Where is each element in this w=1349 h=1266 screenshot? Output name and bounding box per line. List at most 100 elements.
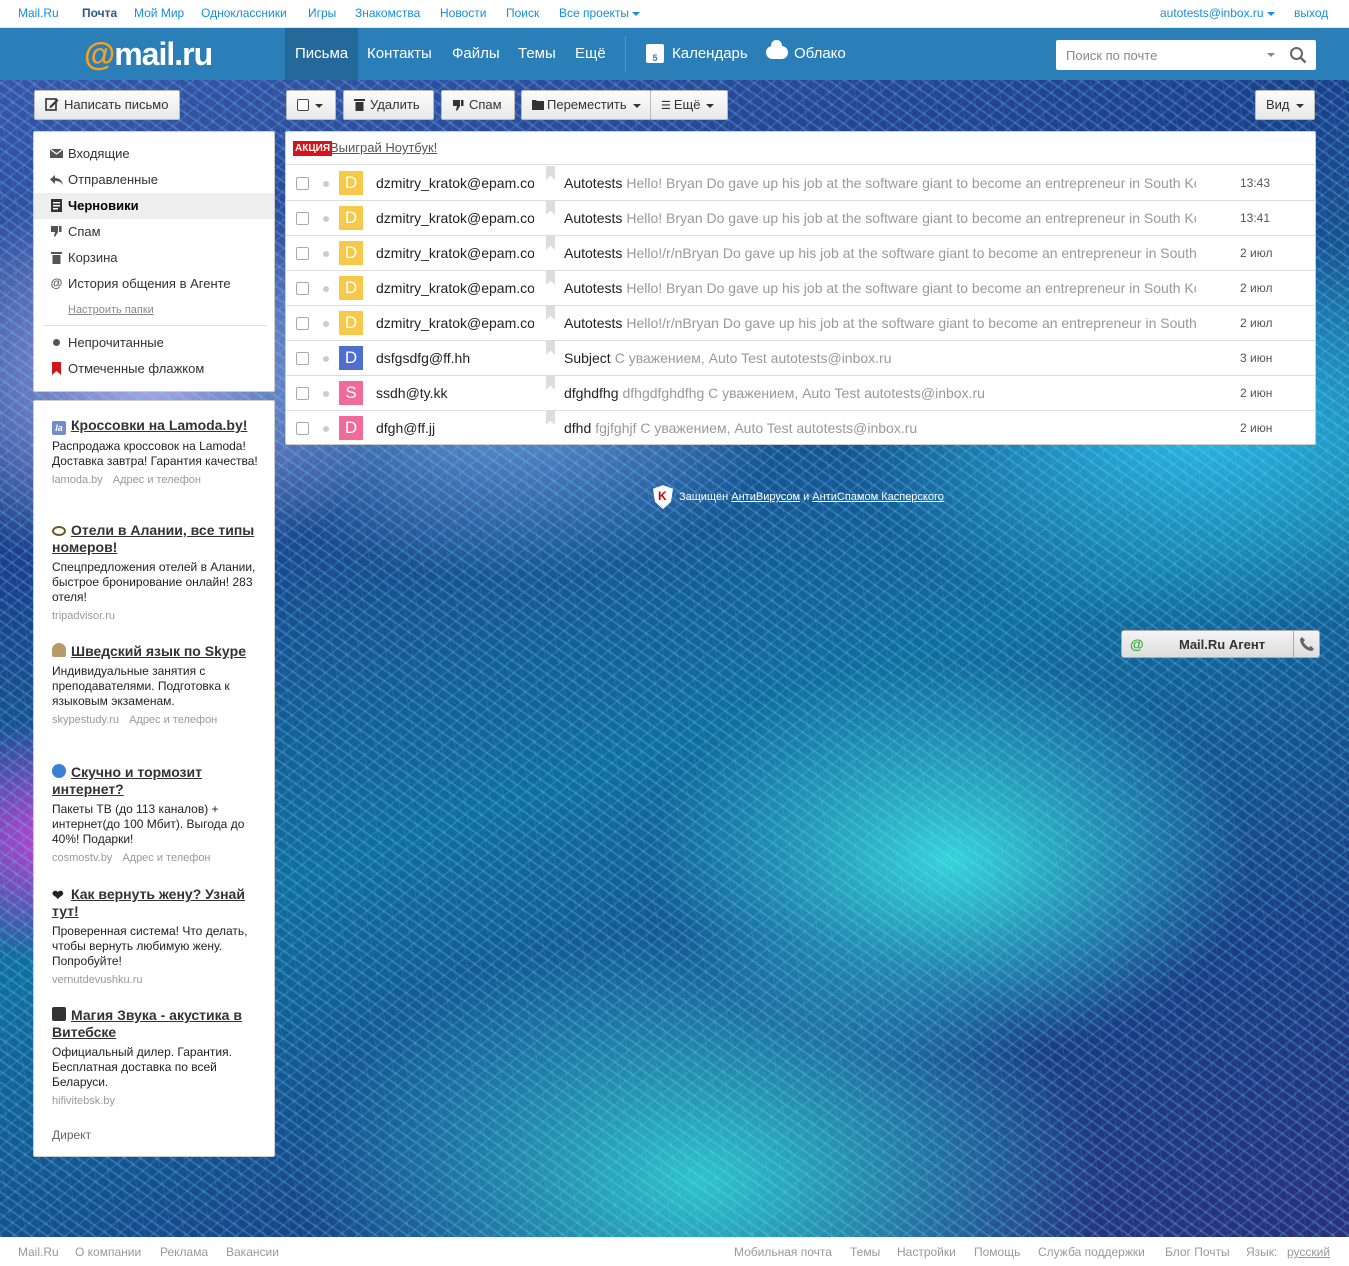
view-button[interactable]: Вид	[1255, 90, 1315, 120]
ad-item[interactable]: Магия Звука - акустика в Витебске Официа…	[52, 1007, 262, 1107]
folder-trash[interactable]: Корзина	[34, 245, 274, 271]
user-menu[interactable]: autotests@inbox.ru	[1160, 6, 1275, 20]
more-button[interactable]: ☰ Ещё	[650, 90, 728, 120]
ad-domain[interactable]: skypestudy.ru	[52, 714, 119, 726]
ad-item[interactable]: Шведский язык по Skype Индивидуальные за…	[52, 643, 262, 726]
flag-icon[interactable]	[546, 341, 555, 355]
ad-title-link[interactable]: Скучно и тормозит интернет?	[52, 764, 262, 798]
footer-link-help[interactable]: Помощь	[974, 1245, 1020, 1259]
portal-link-search[interactable]: Поиск	[506, 6, 539, 20]
folder-sent[interactable]: Отправленные	[34, 167, 274, 193]
flag-icon[interactable]	[546, 411, 555, 425]
flag-icon[interactable]	[546, 376, 555, 390]
folder-inbox[interactable]: Входящие	[34, 141, 274, 167]
footer-link-support[interactable]: Служба поддержки	[1038, 1245, 1145, 1259]
message-checkbox[interactable]	[296, 352, 309, 365]
search-options-caret-icon[interactable]	[1267, 53, 1275, 57]
flag-icon[interactable]	[546, 201, 555, 215]
ad-item[interactable]: la Кроссовки на Lamoda.by! Распродажа кро…	[52, 417, 262, 486]
message-row[interactable]: Ddzmitry_kratok@epam.com Autotests Hello! …	[286, 201, 1315, 236]
spam-button[interactable]: Спам	[441, 90, 515, 120]
ad-item[interactable]: Скучно и тормозит интернет? Пакеты ТВ (д…	[52, 764, 262, 864]
flag-icon[interactable]	[546, 166, 555, 180]
ad-domain[interactable]: cosmostv.by	[52, 852, 112, 864]
read-status-dot-icon[interactable]	[323, 426, 329, 432]
ad-item[interactable]: Отели в Алании, все типы номеров! Спецпр…	[52, 522, 262, 622]
search-icon[interactable]	[1289, 46, 1307, 64]
ad-address-link[interactable]: Адрес и телефон	[122, 852, 210, 864]
read-status-dot-icon[interactable]	[323, 181, 329, 187]
kaspersky-antivirus-link[interactable]: АнтиВирусом	[731, 491, 800, 503]
portal-link-mailru[interactable]: Mail.Ru	[18, 6, 59, 20]
ad-title-link[interactable]: la Кроссовки на Lamoda.by!	[52, 417, 262, 435]
footer-link-blog[interactable]: Блог Почты	[1165, 1245, 1230, 1259]
nav-themes[interactable]: Темы	[508, 28, 566, 80]
setup-folders-link[interactable]: Настроить папки	[68, 304, 154, 316]
message-checkbox[interactable]	[296, 177, 309, 190]
flag-icon[interactable]	[546, 271, 555, 285]
message-checkbox[interactable]	[296, 422, 309, 435]
ad-address-link[interactable]: Адрес и телефон	[129, 714, 217, 726]
ad-title-link[interactable]: Отели в Алании, все типы номеров!	[52, 522, 262, 556]
portal-link-odnoklassniki[interactable]: Одноклассники	[201, 6, 287, 20]
folder-drafts[interactable]: Черновики	[34, 193, 274, 219]
read-status-dot-icon[interactable]	[323, 391, 329, 397]
portal-link-games[interactable]: Игры	[308, 6, 336, 20]
phone-icon[interactable]	[1299, 636, 1315, 652]
read-status-dot-icon[interactable]	[323, 356, 329, 362]
footer-link-about[interactable]: О компании	[75, 1245, 141, 1259]
move-button[interactable]: Переместить	[521, 90, 651, 120]
mailru-logo[interactable]: @mail.ru	[84, 36, 213, 72]
footer-link-mailru[interactable]: Mail.Ru	[18, 1245, 59, 1259]
all-projects-menu[interactable]: Все проекты	[559, 6, 641, 20]
read-status-dot-icon[interactable]	[323, 286, 329, 292]
message-checkbox[interactable]	[296, 247, 309, 260]
ad-domain[interactable]: tripadvisor.ru	[52, 610, 115, 622]
portal-link-dating[interactable]: Знакомства	[355, 6, 420, 20]
flag-icon[interactable]	[546, 306, 555, 320]
logout-link[interactable]: выход	[1294, 6, 1328, 20]
ad-item[interactable]: ❤ Как вернуть жену? Узнай тут! Проверенна…	[52, 886, 262, 986]
nav-calendar[interactable]: 5 Календарь	[636, 28, 758, 80]
flag-icon[interactable]	[546, 236, 555, 250]
message-checkbox[interactable]	[296, 282, 309, 295]
footer-link-settings[interactable]: Настройки	[897, 1245, 956, 1259]
footer-link-ads[interactable]: Реклама	[160, 1245, 208, 1259]
message-row[interactable]: Ddsfgsdfg@ff.hh Subject С уважением, Auto …	[286, 341, 1315, 376]
search-input[interactable]	[1056, 40, 1261, 70]
ad-title-link[interactable]: Шведский язык по Skype	[52, 643, 262, 660]
footer-lang-select[interactable]: русский	[1287, 1245, 1330, 1259]
nav-more[interactable]: Ещё	[565, 28, 616, 80]
filter-unread[interactable]: Непрочитанные	[34, 330, 274, 356]
message-row[interactable]: Ddzmitry_kratok@epam.com Autotests Hello!/…	[286, 306, 1315, 341]
ad-domain[interactable]: hifivitebsk.by	[52, 1095, 115, 1107]
message-row[interactable]: Ddzmitry_kratok@epam.com Autotests Hello!/…	[286, 236, 1315, 271]
read-status-dot-icon[interactable]	[323, 216, 329, 222]
folder-spam[interactable]: Спам	[34, 219, 274, 245]
portal-link-mail[interactable]: Почта	[82, 6, 117, 20]
filter-flagged[interactable]: Отмеченные флажком	[34, 356, 274, 382]
promo-link[interactable]: Выиграй Ноутбук!	[330, 140, 437, 155]
ad-domain[interactable]: lamoda.by	[52, 474, 103, 486]
message-row[interactable]: Sssdh@ty.kk dfghdfhg dfhgdfghdfhg С уважен…	[286, 376, 1315, 411]
folder-agent-history[interactable]: @ История общения в Агенте	[34, 271, 274, 297]
read-status-dot-icon[interactable]	[323, 251, 329, 257]
message-row[interactable]: Ddzmitry_kratok@epam.com Autotests Hello! …	[286, 166, 1315, 201]
footer-link-jobs[interactable]: Вакансии	[226, 1245, 279, 1259]
portal-link-news[interactable]: Новости	[440, 6, 486, 20]
footer-link-themes[interactable]: Темы	[850, 1245, 880, 1259]
nav-letters[interactable]: Письма	[285, 28, 359, 80]
message-checkbox[interactable]	[296, 317, 309, 330]
footer-link-mobile[interactable]: Мобильная почта	[734, 1245, 832, 1259]
ad-domain[interactable]: vernutdevushku.ru	[52, 974, 143, 986]
direct-link[interactable]: Директ	[52, 1128, 91, 1142]
nav-cloud[interactable]: Облако	[756, 28, 856, 80]
message-row[interactable]: Ddfgh@ff.jj dfhd fgjfghjf С уважением, Aut…	[286, 411, 1315, 444]
nav-contacts[interactable]: Контакты	[357, 28, 442, 80]
select-all-dropdown[interactable]	[286, 90, 336, 120]
ad-title-link[interactable]: ❤ Как вернуть жену? Узнай тут!	[52, 886, 262, 920]
message-row[interactable]: Ddzmitry_kratok@epam.com Autotests Hello! …	[286, 271, 1315, 306]
portal-link-mymir[interactable]: Мой Мир	[134, 6, 184, 20]
message-checkbox[interactable]	[296, 212, 309, 225]
ad-address-link[interactable]: Адрес и телефон	[113, 474, 201, 486]
